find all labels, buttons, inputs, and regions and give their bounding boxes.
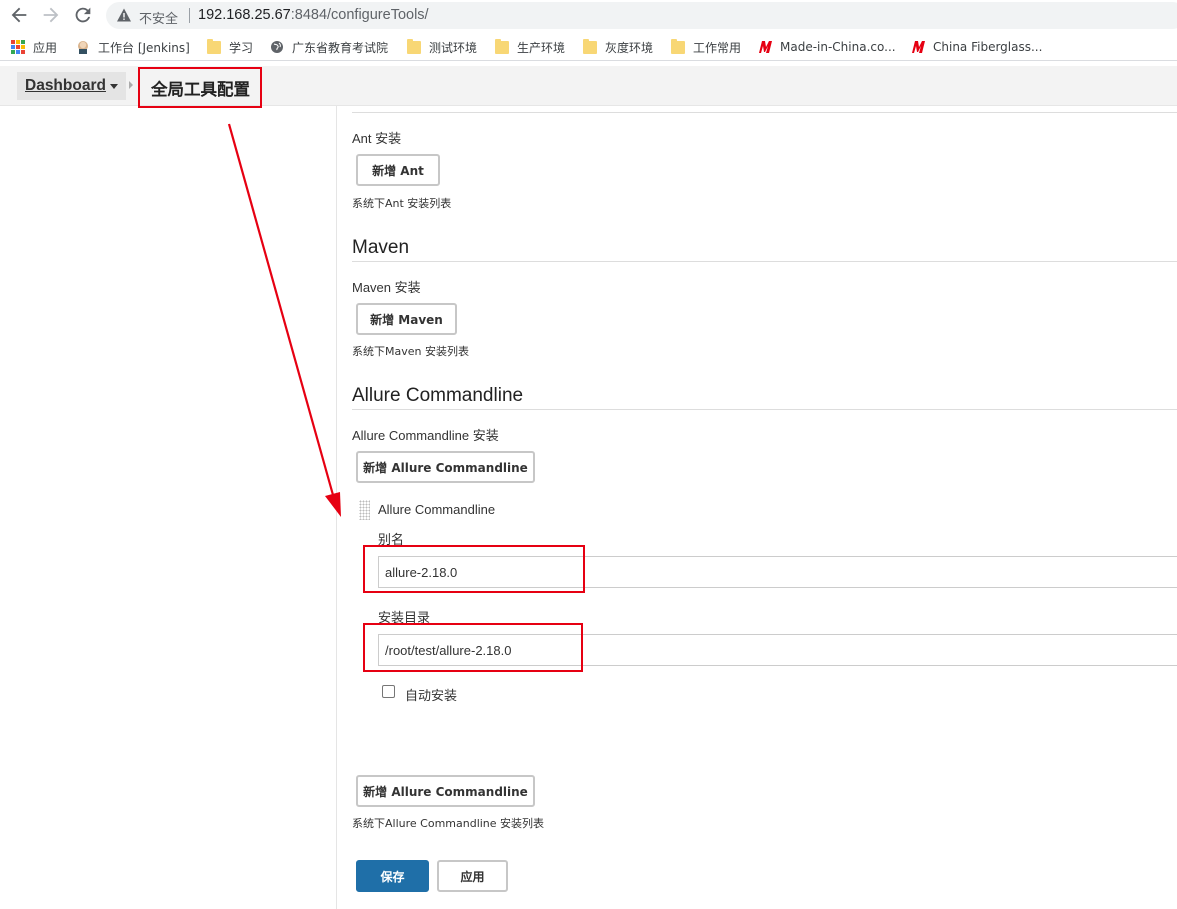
chevron-right-icon <box>129 81 133 89</box>
bookmark-label: 工作台 [Jenkins] <box>98 40 190 55</box>
back-arrow-icon[interactable] <box>8 4 30 26</box>
maven-install-label-cn: 安装 <box>394 281 421 296</box>
breadcrumb: Dashboard 全局工具配置 <box>0 66 1177 106</box>
bookmark-apps[interactable]: 应用 <box>11 39 57 55</box>
maven-install-label-en: Maven <box>352 280 392 295</box>
bookmark-prod-env[interactable]: 生产环境 <box>495 38 566 55</box>
section-divider <box>352 409 1177 410</box>
jenkins-icon <box>76 40 90 54</box>
maven-hint: 系统下Maven 安装列表 <box>352 345 469 358</box>
ant-install-label-cn: 安装 <box>375 132 402 147</box>
alias-input[interactable] <box>378 556 1177 588</box>
globe-icon <box>270 40 284 54</box>
allure-installation-name: Allure Commandline <box>378 502 496 517</box>
section-divider <box>352 112 1177 113</box>
add-allure-button-top[interactable]: 新增 Allure Commandline <box>356 451 535 483</box>
bookmark-label: Made-in-China.co... <box>780 40 896 54</box>
bookmark-label: 学习 <box>229 40 254 55</box>
ant-install-label-en: Ant <box>352 131 372 146</box>
bookmark-label: China Fiberglass... <box>933 40 1043 54</box>
url-host: 192.168.25.67 <box>198 7 291 23</box>
folder-icon <box>671 38 685 54</box>
apply-button[interactable]: 应用 <box>437 860 508 892</box>
bookmarks-bar: 应用 工作台 [Jenkins] 学习 广东省教育考试院 测试环境 生产环境 灰… <box>0 33 1177 61</box>
folder-icon <box>583 38 597 54</box>
apps-grid-icon <box>11 40 25 54</box>
auto-install-label[interactable]: 自动安装 <box>405 685 457 704</box>
folder-icon <box>207 38 221 54</box>
forward-arrow-icon[interactable] <box>40 4 62 26</box>
bookmark-made-in-china[interactable]: Made-in-China.co... <box>758 39 896 55</box>
allure-install-label-cn: 安装 <box>472 429 499 444</box>
allure-install-label-en: Allure Commandline <box>352 428 470 443</box>
annotation-arrow <box>227 123 341 517</box>
maven-section-title: Maven <box>352 237 410 258</box>
made-in-china-icon <box>758 40 772 54</box>
side-panel-divider <box>336 106 337 909</box>
made-in-china-icon <box>911 40 925 54</box>
browser-toolbar: 不安全 192.168.25.67:8484/configureTools/ <box>0 0 1177 31</box>
install-dir-label: 安装目录 <box>378 611 431 626</box>
warning-triangle-icon[interactable] <box>116 7 132 23</box>
folder-icon <box>495 38 509 54</box>
bookmark-gray-env[interactable]: 灰度环境 <box>583 38 654 55</box>
bookmark-work[interactable]: 工作常用 <box>671 38 742 55</box>
insecure-label: 不安全 <box>139 12 179 27</box>
url-text[interactable]: 192.168.25.67:8484/configureTools/ <box>198 7 429 23</box>
allure-install-label: Allure Commandline 安装 <box>352 425 499 444</box>
install-dir-input[interactable] <box>378 634 1177 666</box>
ant-install-label: Ant 安装 <box>352 128 401 147</box>
reload-icon[interactable] <box>72 4 94 26</box>
breadcrumb-dashboard-link[interactable]: Dashboard <box>17 72 126 100</box>
alias-label: 别名 <box>378 533 405 548</box>
bookmark-label: 测试环境 <box>429 40 478 55</box>
bookmark-label: 应用 <box>33 40 58 55</box>
bookmark-test-env[interactable]: 测试环境 <box>407 38 478 55</box>
maven-install-label: Maven 安装 <box>352 277 421 296</box>
ant-hint: 系统下Ant 安装列表 <box>352 197 452 210</box>
drag-handle-icon[interactable] <box>359 500 370 520</box>
chevron-down-icon[interactable] <box>109 83 118 89</box>
allure-section-title: Allure Commandline <box>352 385 524 406</box>
bookmark-jenkins[interactable]: 工作台 [Jenkins] <box>76 39 190 55</box>
breadcrumb-dashboard-label: Dashboard <box>25 77 106 94</box>
bookmark-study[interactable]: 学习 <box>207 38 254 55</box>
folder-icon <box>407 38 421 54</box>
bookmark-label: 灰度环境 <box>605 40 654 55</box>
add-allure-button-bottom[interactable]: 新增 Allure Commandline <box>356 775 535 807</box>
save-button[interactable]: 保存 <box>356 860 429 892</box>
bookmark-label: 工作常用 <box>693 40 742 55</box>
add-maven-button[interactable]: 新增 Maven <box>356 303 457 335</box>
bookmark-label: 广东省教育考试院 <box>292 40 389 55</box>
auto-install-checkbox[interactable] <box>382 685 395 698</box>
section-divider <box>352 261 1177 262</box>
url-path: :8484/configureTools/ <box>290 7 429 23</box>
bookmark-china-fiberglass[interactable]: China Fiberglass... <box>911 39 1042 55</box>
allure-hint: 系统下Allure Commandline 安装列表 <box>352 817 545 830</box>
add-ant-button[interactable]: 新增 Ant <box>356 154 440 186</box>
omnibox-divider <box>189 8 190 23</box>
bookmark-gd-exam[interactable]: 广东省教育考试院 <box>270 39 388 55</box>
address-bar[interactable]: 不安全 192.168.25.67:8484/configureTools/ <box>106 2 1177 29</box>
breadcrumb-current-page[interactable]: 全局工具配置 <box>151 76 250 100</box>
bookmark-label: 生产环境 <box>517 40 566 55</box>
